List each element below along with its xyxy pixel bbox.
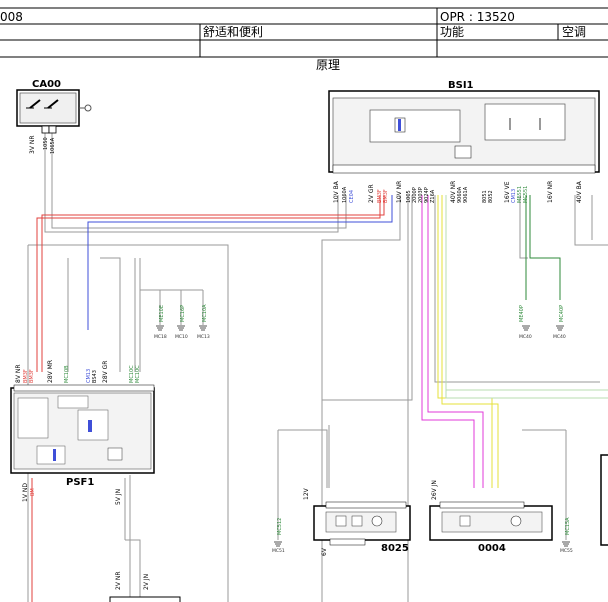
gnd-mc16p: MC16P: [180, 305, 186, 322]
ca00-wire-2: 1065A: [50, 137, 56, 154]
psf-mc10d: MC10C: [135, 365, 141, 383]
psf-mc10b: MC10B: [64, 365, 70, 383]
gnd-mc10a: MC10A: [202, 304, 208, 322]
bsi-conn-2: 2V GR: [368, 184, 375, 203]
psf-conn-1: 8V NR: [15, 365, 22, 384]
bsi-conn-7: 40V BA: [576, 180, 583, 203]
ca00-connector: 3V NR: [29, 136, 36, 155]
partial-component-right: [600, 454, 608, 546]
psf-conn-3: 28V GR: [102, 361, 109, 383]
bsi-wire-bm3f-b: BM3F: [383, 189, 389, 203]
bsi1-component: [328, 90, 600, 174]
psf-bm: BM: [30, 488, 36, 496]
bsi-wire-mc551: MC551: [523, 186, 529, 203]
bsi1-label: BSI1: [448, 80, 474, 91]
psf1-component: [10, 384, 155, 474]
bottom-connector: [109, 596, 181, 602]
gnd-mc40: MC40: [519, 334, 532, 340]
ground-drops: [134, 258, 204, 372]
ca00-wire-1: 1050: [43, 137, 49, 150]
gnd-mc40p: MC40P: [559, 305, 565, 322]
c0004-conn: 26V JN: [431, 480, 438, 500]
ca00-component: [16, 89, 92, 134]
gnd-me40p: ME40P: [519, 305, 525, 322]
bsi-wire-ce04: CE04: [349, 190, 355, 203]
c8025-component: [313, 501, 411, 546]
c8025-conn-2: 6V: [321, 547, 328, 556]
c0004-label: 0004: [478, 543, 506, 554]
gnd-me10e: ME10E: [159, 305, 165, 322]
c8025-label: 8025: [381, 543, 409, 554]
bsi-wire-8052: 8052: [488, 190, 494, 203]
bsi-conn-4: 40V NR: [450, 181, 457, 203]
psf-conn-2: 28V MR: [47, 360, 54, 383]
c0004-component: [429, 501, 553, 541]
bsi-conn-6: 16V NR: [547, 181, 554, 203]
bsi-wire-z16a: Z16A: [430, 189, 436, 203]
psf-conn-5: 5V JN: [115, 489, 122, 505]
psf-conn-4: 1V ND: [22, 483, 29, 502]
c8025-conn-1: 12V: [303, 487, 310, 500]
wiring-diagram: CA00 3V NR 1050 1065A BSI1 10V BA 2V GR …: [10, 79, 608, 602]
gnd-mc40b: MC40: [553, 334, 566, 340]
gnd-mc10: MC10: [175, 334, 188, 340]
bsi-wire-9061a: 9061A: [463, 186, 469, 203]
gnd-mc51: MC51: [272, 548, 285, 554]
bsi-wire-1060a: 1060A: [342, 186, 348, 203]
bottom-conn-1: 2V NR: [115, 572, 122, 591]
psf1-label: PSF1: [66, 477, 94, 488]
gnd-mc512: MC512: [277, 518, 283, 535]
bottom-conn-2: 2V JN: [143, 574, 150, 590]
bsi-conn-3: 10V NR: [396, 181, 403, 203]
bsi-conn-5: 16V VE: [504, 181, 511, 203]
gnd-mc18: MC18: [154, 334, 167, 340]
gnd-mc55: MC55: [560, 548, 573, 554]
gnd-mc13: MC13: [197, 334, 210, 340]
psf-bm3f-b: BM3F: [29, 369, 35, 383]
psf-bs43: BS43: [92, 370, 98, 383]
gnd-mc15a: MC15A: [565, 517, 571, 535]
ca00-label: CA00: [32, 79, 61, 90]
bsi-conn-1: 10V BA: [333, 180, 340, 203]
